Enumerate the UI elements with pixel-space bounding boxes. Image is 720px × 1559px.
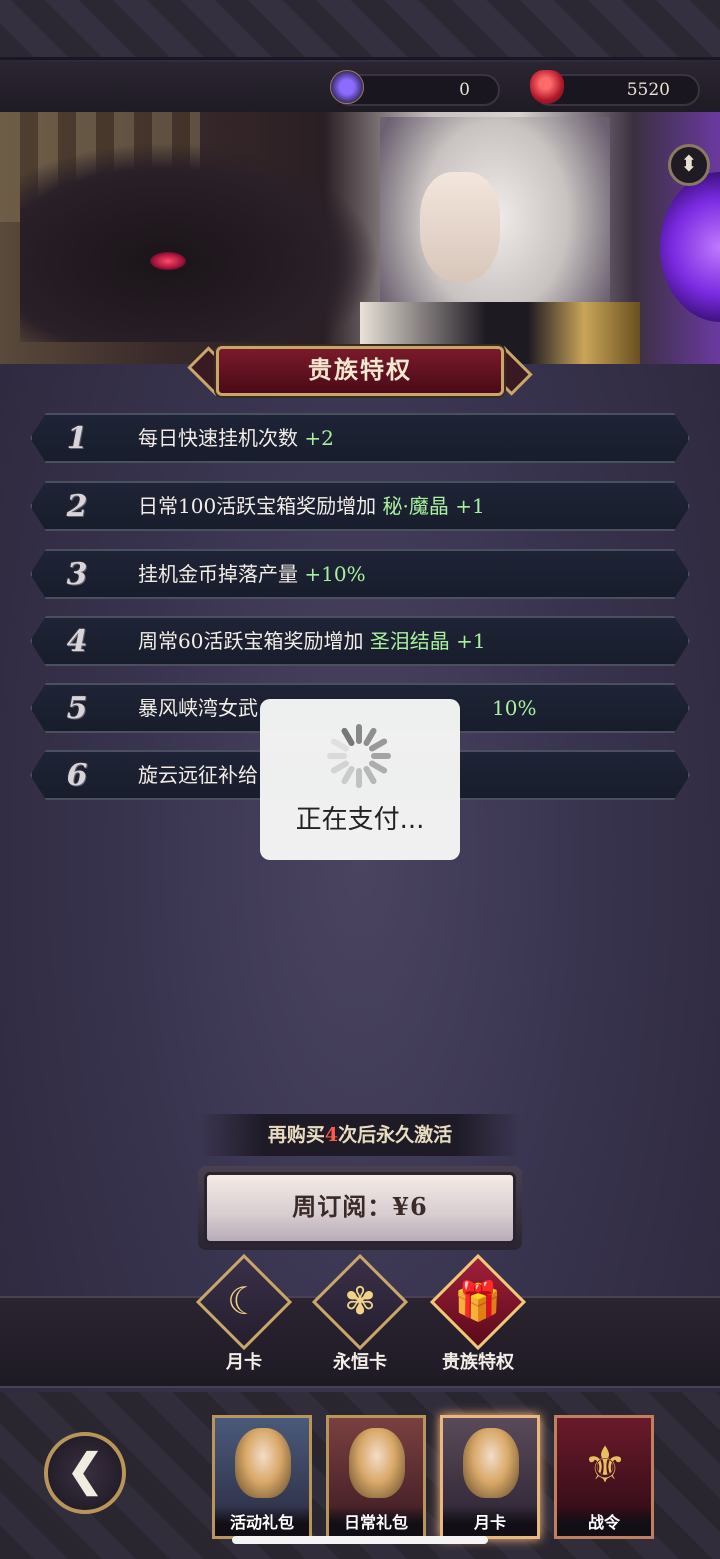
character-portrait xyxy=(463,1428,519,1498)
back-arrow-icon: ❮ xyxy=(66,1445,104,1496)
purple-magic-orb xyxy=(660,172,720,322)
privilege-number: 6 xyxy=(66,758,88,793)
subscription-price-label: 周订阅：¥6 xyxy=(204,1172,516,1244)
purple-orb-icon[interactable] xyxy=(330,70,364,104)
privilege-bonus: +10% xyxy=(304,562,366,586)
remain-prefix: 再购买 xyxy=(267,1124,325,1146)
red-crystal-icon[interactable] xyxy=(530,70,564,104)
privilege-number: 1 xyxy=(66,421,88,456)
loading-text: 正在支付... xyxy=(295,805,425,835)
tab-label: 贵族特权 xyxy=(442,1352,514,1373)
tab-monthly-card[interactable]: ☾ 月卡 xyxy=(195,1253,293,1373)
privilege-bonus: 圣泪结晶 +1 xyxy=(369,629,486,653)
character-face xyxy=(420,172,500,282)
tab-noble-privilege[interactable]: 🎁 贵族特权 xyxy=(429,1253,527,1373)
nav-label: 日常礼包 xyxy=(329,1506,423,1536)
privilege-number: 4 xyxy=(66,624,88,659)
back-button[interactable]: ❮ xyxy=(44,1432,126,1514)
privilege-desc: 周常60活跃宝箱奖励增加 xyxy=(138,629,370,653)
moon-icon: ☾ xyxy=(226,1279,262,1323)
privilege-text: 挂机金币掉落产量 +10% xyxy=(138,551,366,597)
loading-spinner-icon xyxy=(327,724,391,788)
privilege-desc: 日常100活跃宝箱奖励增加 xyxy=(138,494,383,518)
privilege-desc: 挂机金币掉落产量 xyxy=(138,562,305,586)
top-decor-band xyxy=(0,0,720,60)
privilege-desc: 暴风峡湾女武 xyxy=(138,696,258,720)
dragon-eye-glow xyxy=(150,252,186,270)
tab-label: 永恒卡 xyxy=(333,1352,387,1373)
privilege-desc: 旋云远征补给 xyxy=(138,763,258,787)
remain-suffix: 次后永久激活 xyxy=(338,1124,453,1146)
remain-count: 4 xyxy=(324,1124,339,1146)
privilege-number: 2 xyxy=(66,489,88,524)
nav-label: 活动礼包 xyxy=(215,1506,309,1536)
battle-pass-emblem-icon: ⚜ xyxy=(582,1436,628,1494)
privilege-row: 2 日常100活跃宝箱奖励增加 秘·魔晶 +1 xyxy=(30,481,690,531)
privilege-text: 日常100活跃宝箱奖励增加 秘·魔晶 +1 xyxy=(138,483,485,529)
info-button[interactable]: ⬍ xyxy=(668,144,710,186)
privilege-text: 每日快速挂机次数 +2 xyxy=(138,415,334,461)
privilege-number: 3 xyxy=(66,557,88,592)
privilege-text: 暴风峡湾女武 10% xyxy=(138,685,258,731)
nav-label: 战令 xyxy=(557,1506,651,1536)
privilege-bonus: 10% xyxy=(492,696,537,720)
privilege-bonus: 秘·魔晶 +1 xyxy=(382,494,485,518)
privilege-row: 3 挂机金币掉落产量 +10% xyxy=(30,549,690,599)
privilege-number: 5 xyxy=(66,691,88,726)
character-portrait xyxy=(235,1428,291,1498)
home-indicator[interactable] xyxy=(232,1536,488,1544)
remaining-purchases-banner: 再购买4次后永久激活 xyxy=(200,1114,520,1156)
privilege-row: 1 每日快速挂机次数 +2 xyxy=(30,413,690,463)
info-icon: ⬍ xyxy=(679,151,699,177)
gift-icon: 🎁 xyxy=(454,1279,502,1323)
nav-monthly-card[interactable]: 月卡 xyxy=(440,1415,540,1539)
weekly-subscription-button[interactable]: 周订阅：¥6 xyxy=(198,1166,522,1250)
privilege-text: 旋云远征补给 xyxy=(138,752,258,798)
page-title: 贵族特权 xyxy=(216,346,504,396)
tab-label: 月卡 xyxy=(226,1352,262,1373)
privilege-row: 4 周常60活跃宝箱奖励增加 圣泪结晶 +1 xyxy=(30,616,690,666)
privilege-text: 周常60活跃宝箱奖励增加 圣泪结晶 +1 xyxy=(138,618,486,664)
character-portrait xyxy=(349,1428,405,1498)
butterfly-icon: ✾ xyxy=(344,1279,376,1323)
nav-battle-pass[interactable]: ⚜ 战令 xyxy=(554,1415,654,1539)
nav-event-pack[interactable]: 活动礼包 xyxy=(212,1415,312,1539)
privilege-desc: 每日快速挂机次数 xyxy=(138,426,305,450)
tab-eternal-card[interactable]: ✾ 永恒卡 xyxy=(311,1253,409,1373)
privilege-bonus: +2 xyxy=(304,426,334,450)
nav-label: 月卡 xyxy=(443,1506,537,1536)
payment-loading-toast: 正在支付... xyxy=(260,699,460,860)
hero-banner-art xyxy=(0,112,720,364)
title-plaque: 贵族特权 xyxy=(186,342,534,400)
nav-daily-pack[interactable]: 日常礼包 xyxy=(326,1415,426,1539)
dragon-illustration xyxy=(20,142,380,342)
